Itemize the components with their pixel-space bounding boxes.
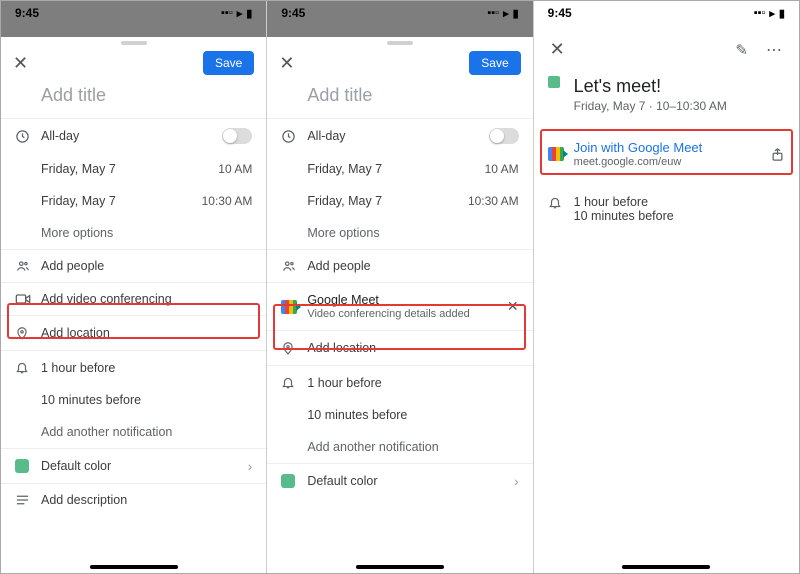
video-icon	[15, 293, 41, 305]
start-row[interactable]: Friday, May 710 AM	[1, 153, 266, 185]
title-input[interactable]: Add title	[267, 79, 532, 118]
google-meet-row[interactable]: Google Meet Video conferencing details a…	[267, 283, 532, 330]
color-swatch-icon	[15, 459, 41, 473]
sheet-grabber[interactable]	[267, 37, 532, 45]
end-row[interactable]: Friday, May 710:30 AM	[1, 185, 266, 217]
start-row[interactable]: Friday, May 710 AM	[267, 153, 532, 185]
add-video-conferencing[interactable]: Add video conferencing	[1, 283, 266, 315]
title-input[interactable]: Add title	[1, 79, 266, 118]
close-icon[interactable]: ✕	[550, 39, 565, 60]
description-icon	[15, 494, 41, 506]
close-icon[interactable]: ✕	[13, 53, 28, 74]
close-icon[interactable]: ✕	[279, 53, 294, 74]
join-link[interactable]: Join with Google Meet	[574, 140, 770, 155]
clock-icon	[15, 129, 41, 144]
status-icons: ▪▪▫ ▸ ▮	[221, 7, 252, 20]
share-icon[interactable]	[770, 146, 785, 163]
color-swatch-icon	[281, 474, 307, 488]
add-location[interactable]: Add location	[1, 316, 266, 350]
notif-row-1[interactable]: 1 hour before	[1, 351, 266, 384]
event-title: Let's meet!	[574, 76, 785, 97]
location-icon	[15, 325, 41, 341]
color-row[interactable]: Default color ›	[267, 464, 532, 498]
save-button[interactable]: Save	[203, 51, 254, 75]
more-icon[interactable]: ⋯	[766, 40, 783, 60]
people-icon	[281, 259, 307, 273]
add-people[interactable]: Add people	[267, 250, 532, 282]
event-color-icon	[548, 76, 574, 88]
save-button[interactable]: Save	[469, 51, 520, 75]
more-options[interactable]: More options	[1, 217, 266, 249]
status-bar: 9:45 ▪▪▫▸▮	[534, 1, 799, 25]
home-indicator	[622, 565, 710, 569]
join-url: meet.google.com/euw	[574, 156, 770, 168]
add-notification[interactable]: Add another notification	[267, 431, 532, 463]
bell-icon	[15, 360, 41, 375]
allday-toggle[interactable]	[489, 128, 519, 144]
home-indicator	[90, 565, 178, 569]
bell-icon	[281, 375, 307, 390]
notif-row-2[interactable]: 10 minutes before	[1, 384, 266, 416]
allday-row[interactable]: All-day	[267, 119, 532, 153]
status-time: 9:45	[15, 6, 39, 20]
signal-icon: ▪▪▫	[221, 7, 233, 19]
join-meet-row[interactable]: Join with Google Meet meet.google.com/eu…	[534, 130, 799, 178]
google-meet-title: Google Meet	[307, 293, 507, 307]
notif-summary: 1 hour before 10 minutes before	[534, 186, 799, 232]
status-time: 9:45	[548, 6, 572, 20]
status-icons: ▪▪▫▸▮	[487, 7, 518, 20]
sheet-grabber[interactable]	[1, 37, 266, 45]
add-notification[interactable]: Add another notification	[1, 416, 266, 448]
edit-icon[interactable]: ✎	[735, 41, 748, 59]
more-options[interactable]: More options	[267, 217, 532, 249]
add-description[interactable]: Add description	[1, 484, 266, 516]
status-time: 9:45	[281, 6, 305, 20]
battery-icon: ▮	[246, 7, 252, 20]
event-when: Friday, May 7 · 10–10:30 AM	[574, 99, 785, 113]
home-indicator	[356, 565, 444, 569]
add-people[interactable]: Add people	[1, 250, 266, 282]
allday-toggle[interactable]	[222, 128, 252, 144]
google-meet-icon	[548, 147, 574, 161]
allday-row[interactable]: All-day	[1, 119, 266, 153]
status-bar: 9:45 ▪▪▫ ▸ ▮	[1, 1, 266, 25]
color-row[interactable]: Default color ›	[1, 449, 266, 483]
remove-meet-icon[interactable]: ✕	[507, 298, 519, 315]
chevron-right-icon: ›	[514, 473, 519, 489]
notif-row-1[interactable]: 1 hour before	[267, 366, 532, 399]
bell-icon	[548, 195, 574, 210]
notif-row-2[interactable]: 10 minutes before	[267, 399, 532, 431]
status-bar: 9:45 ▪▪▫▸▮	[267, 1, 532, 25]
people-icon	[15, 259, 41, 273]
location-icon	[281, 340, 307, 356]
end-row[interactable]: Friday, May 710:30 AM	[267, 185, 532, 217]
chevron-right-icon: ›	[248, 458, 253, 474]
event-header: Let's meet! Friday, May 7 · 10–10:30 AM	[534, 70, 799, 122]
google-meet-sub: Video conferencing details added	[307, 308, 507, 320]
clock-icon	[281, 129, 307, 144]
status-icons: ▪▪▫▸▮	[754, 7, 785, 20]
add-location[interactable]: Add location	[267, 331, 532, 365]
wifi-icon: ▸	[237, 7, 243, 20]
google-meet-icon	[281, 300, 307, 314]
